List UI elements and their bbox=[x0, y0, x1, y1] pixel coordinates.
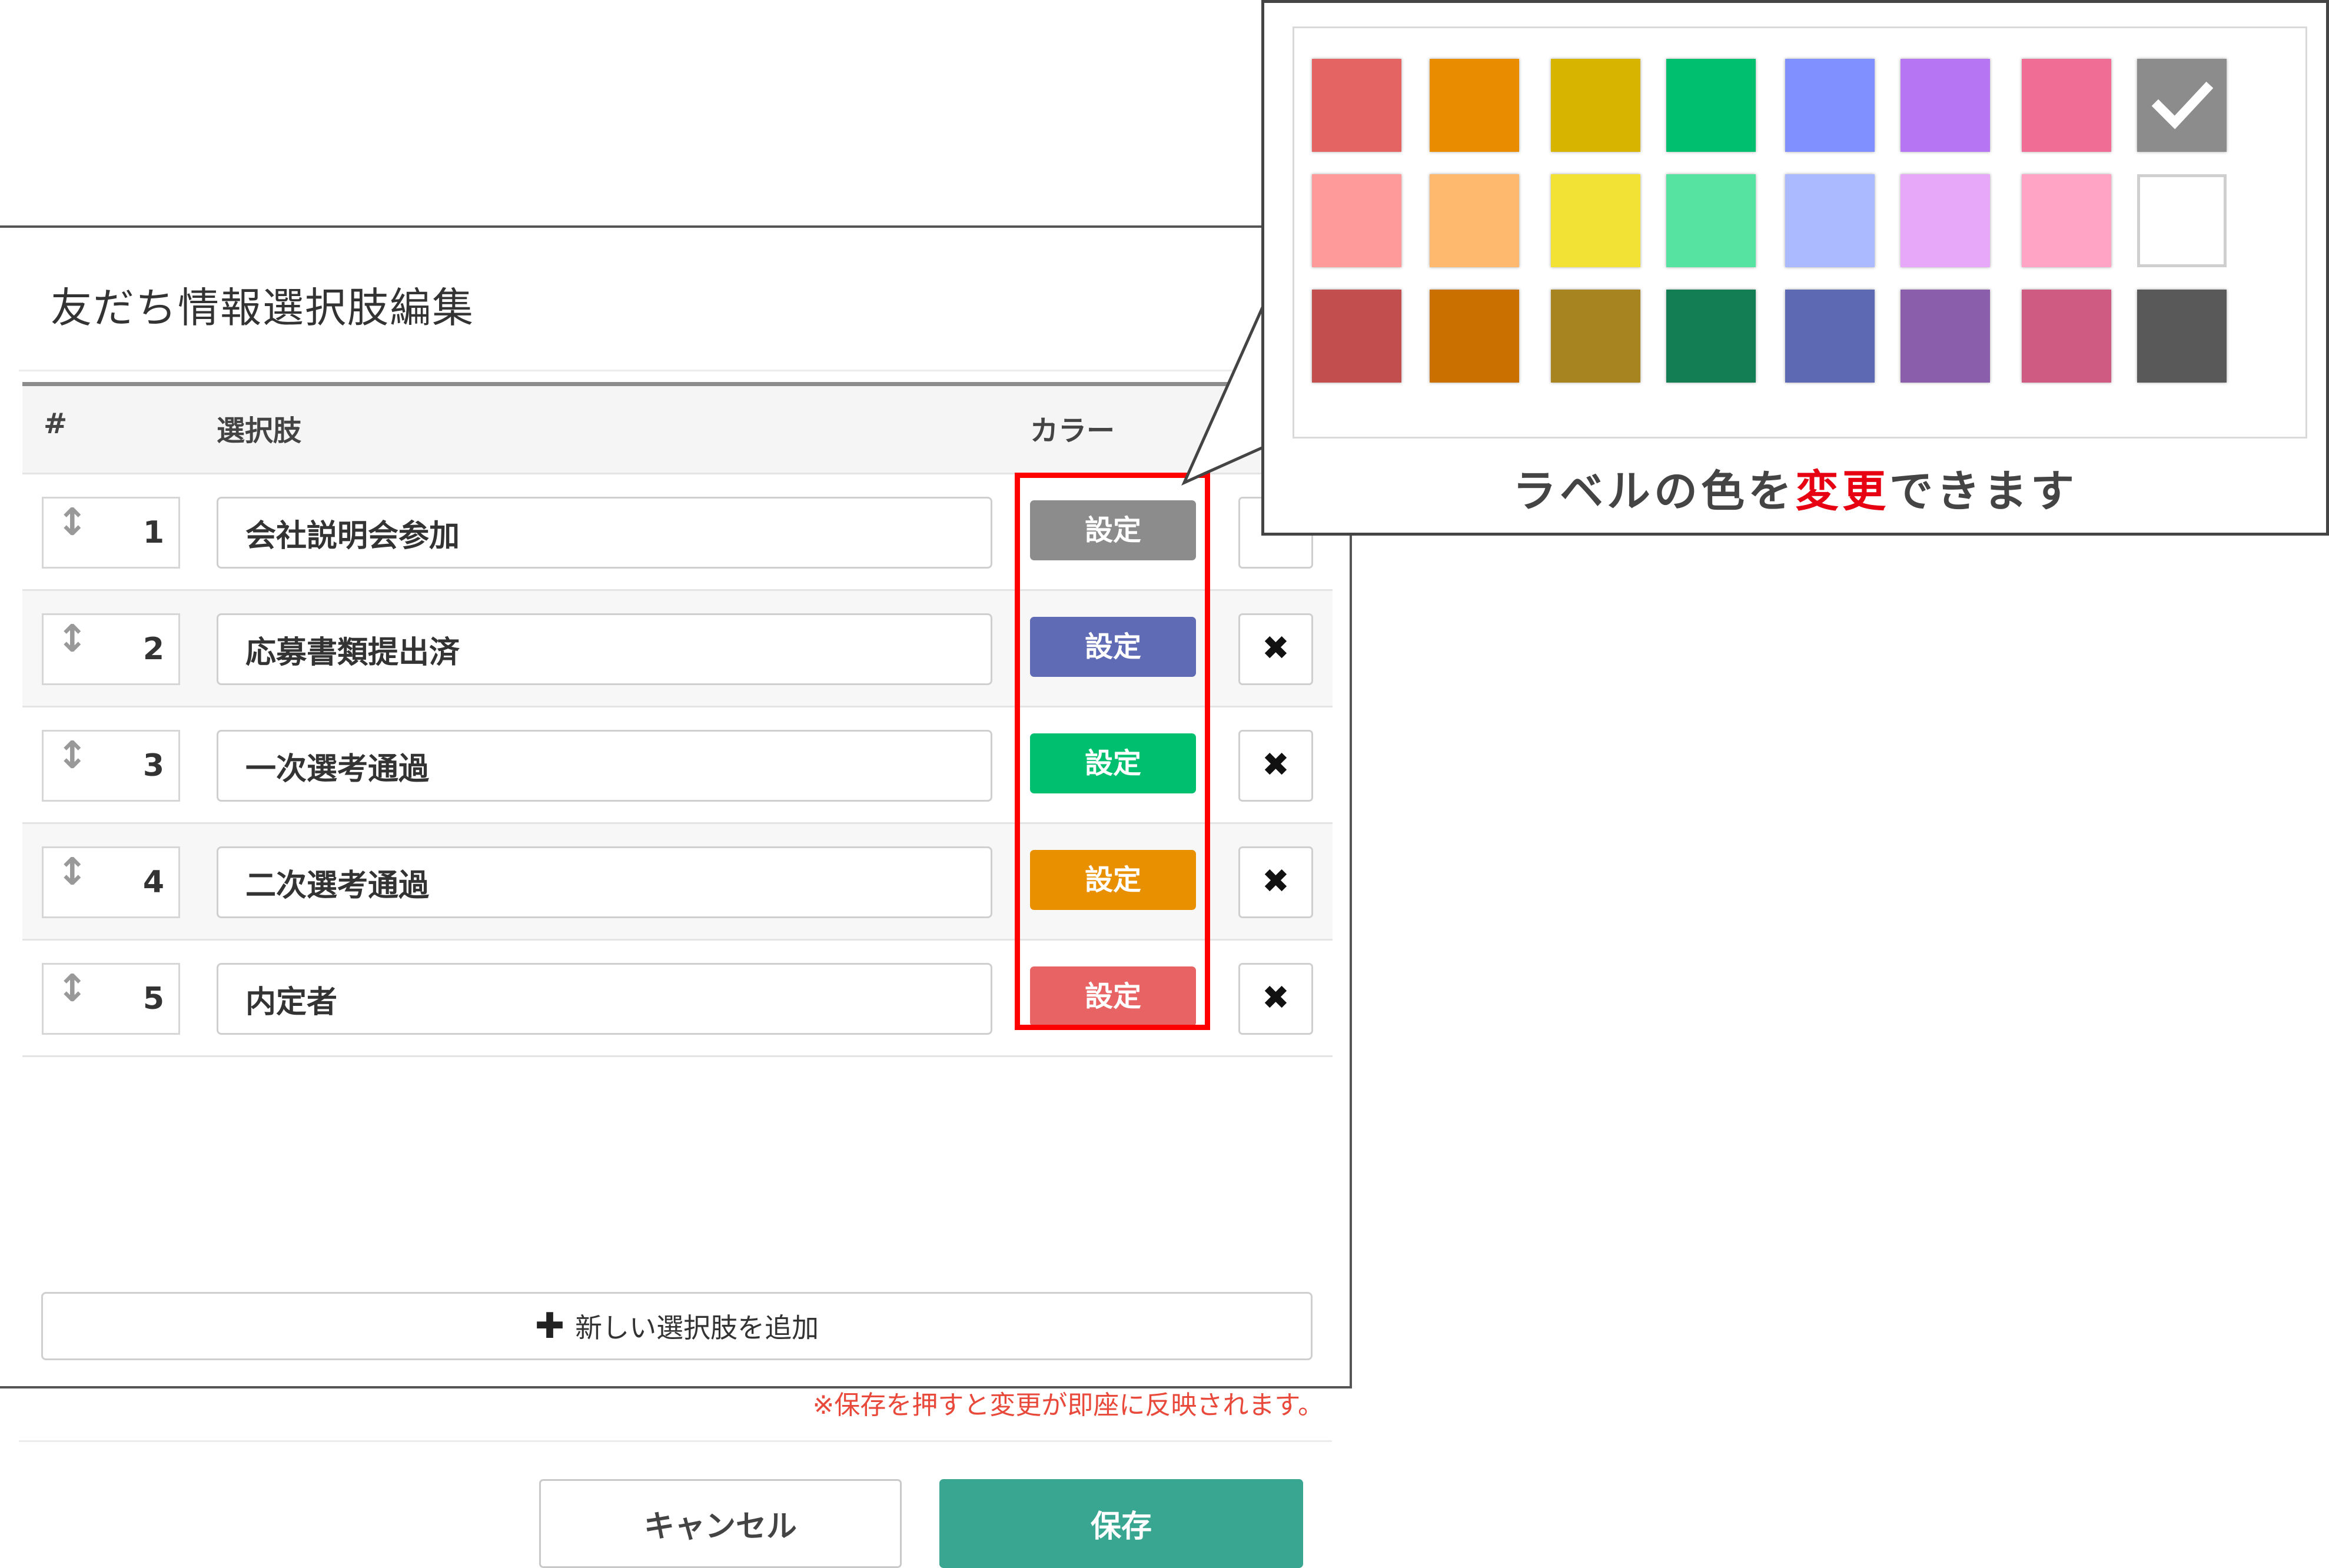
callout-caption: ラベルの色を変更できます bbox=[1264, 456, 2326, 519]
row-number: 2 bbox=[142, 632, 164, 667]
color-swatch[interactable] bbox=[1312, 59, 1401, 152]
drag-updown-icon: ↕ bbox=[57, 501, 88, 544]
table-row: ↕4設定✖ bbox=[22, 822, 1333, 939]
check-icon bbox=[2151, 81, 2214, 129]
close-icon: ✖ bbox=[1262, 979, 1290, 1017]
choice-input[interactable] bbox=[217, 613, 992, 685]
plus-icon: ✚ bbox=[534, 1305, 565, 1347]
table-bottom-border bbox=[22, 1055, 1333, 1057]
row-number: 4 bbox=[142, 865, 164, 900]
table-body: ↕1設定↕2設定✖↕3設定✖↕4設定✖↕5設定✖ bbox=[22, 473, 1333, 1055]
drag-updown-icon: ↕ bbox=[57, 617, 88, 661]
color-swatch[interactable] bbox=[1312, 174, 1401, 267]
color-swatch[interactable] bbox=[1430, 59, 1519, 152]
drag-updown-icon: ↕ bbox=[57, 967, 88, 1011]
color-swatch[interactable] bbox=[1785, 174, 1875, 267]
choice-input[interactable] bbox=[217, 963, 992, 1035]
choices-table: # 選択肢 カラー ↕1設定↕2設定✖↕3設定✖↕4設定✖↕5設定✖ bbox=[22, 382, 1333, 1057]
delete-button[interactable]: ✖ bbox=[1238, 846, 1313, 918]
add-choice-label: 新しい選択肢を追加 bbox=[575, 1312, 819, 1344]
color-swatch[interactable] bbox=[1666, 174, 1756, 267]
drag-handle[interactable]: ↕ 1 bbox=[42, 497, 180, 569]
color-set-button[interactable]: 設定 bbox=[1030, 500, 1196, 560]
delete-button[interactable]: ✖ bbox=[1238, 963, 1313, 1035]
color-set-button[interactable]: 設定 bbox=[1030, 617, 1196, 677]
color-swatch[interactable] bbox=[2022, 59, 2111, 152]
add-choice-button[interactable]: ✚ 新しい選択肢を追加 bbox=[41, 1292, 1313, 1360]
color-swatch[interactable] bbox=[1551, 174, 1640, 267]
choice-input[interactable] bbox=[217, 497, 992, 569]
drag-handle[interactable]: ↕ 3 bbox=[42, 730, 180, 802]
table-row: ↕5設定✖ bbox=[22, 939, 1333, 1055]
drag-handle[interactable]: ↕ 4 bbox=[42, 846, 180, 918]
choice-edit-dialog: 友だち情報選択肢編集 # 選択肢 カラー ↕1設定↕2設定✖↕3設定✖↕4設定✖… bbox=[0, 225, 1352, 1568]
caption-prefix: ラベルの色を bbox=[1513, 466, 1795, 517]
color-swatch[interactable] bbox=[1551, 290, 1640, 383]
row-number: 3 bbox=[142, 748, 164, 783]
color-swatch[interactable] bbox=[1785, 290, 1875, 383]
color-swatch[interactable] bbox=[1901, 290, 1990, 383]
color-swatch[interactable] bbox=[1666, 59, 1756, 152]
color-swatch[interactable] bbox=[1666, 290, 1756, 383]
caption-emphasis: 変更 bbox=[1795, 466, 1889, 517]
color-palette-callout: ラベルの色を変更できます bbox=[1261, 0, 2329, 536]
color-palette bbox=[1293, 26, 2307, 438]
row-number: 1 bbox=[142, 515, 164, 550]
color-swatch[interactable] bbox=[1312, 290, 1401, 383]
delete-button[interactable]: ✖ bbox=[1238, 613, 1313, 685]
color-set-button[interactable]: 設定 bbox=[1030, 966, 1196, 1026]
column-header-color: カラー bbox=[1030, 414, 1115, 447]
color-swatch[interactable] bbox=[1901, 59, 1990, 152]
caption-suffix: できます bbox=[1889, 466, 2078, 517]
column-header-number: # bbox=[44, 407, 68, 440]
footer-divider bbox=[19, 1440, 1332, 1442]
close-icon: ✖ bbox=[1262, 862, 1290, 901]
drag-updown-icon: ↕ bbox=[57, 734, 88, 778]
save-note: ※保存を押すと変更が即座に反映されます。 bbox=[812, 1390, 1324, 1420]
title-divider bbox=[19, 370, 1332, 371]
column-header-choice: 選択肢 bbox=[217, 414, 302, 447]
color-swatch[interactable] bbox=[2137, 59, 2227, 152]
color-swatch[interactable] bbox=[1551, 59, 1640, 152]
table-header: # 選択肢 カラー bbox=[22, 382, 1333, 473]
drag-handle[interactable]: ↕ 2 bbox=[42, 613, 180, 685]
delete-button[interactable]: ✖ bbox=[1238, 730, 1313, 802]
color-swatch[interactable] bbox=[1785, 59, 1875, 152]
drag-updown-icon: ↕ bbox=[57, 851, 88, 894]
close-icon: ✖ bbox=[1262, 629, 1290, 667]
table-row: ↕2設定✖ bbox=[22, 589, 1333, 706]
color-swatch[interactable] bbox=[1901, 174, 1990, 267]
color-swatch[interactable] bbox=[1430, 290, 1519, 383]
choice-input[interactable] bbox=[217, 846, 992, 918]
color-swatch[interactable] bbox=[2022, 290, 2111, 383]
color-set-button[interactable]: 設定 bbox=[1030, 850, 1196, 910]
color-set-button[interactable]: 設定 bbox=[1030, 733, 1196, 793]
choice-input[interactable] bbox=[217, 730, 992, 802]
close-icon: ✖ bbox=[1262, 746, 1290, 784]
table-row: ↕3設定✖ bbox=[22, 706, 1333, 822]
drag-handle[interactable]: ↕ 5 bbox=[42, 963, 180, 1035]
color-swatch[interactable] bbox=[2137, 290, 2227, 383]
color-swatch[interactable] bbox=[1430, 174, 1519, 267]
row-number: 5 bbox=[142, 981, 164, 1016]
table-row: ↕1設定 bbox=[22, 473, 1333, 589]
cancel-button[interactable]: キャンセル bbox=[539, 1479, 902, 1568]
save-button[interactable]: 保存 bbox=[939, 1479, 1303, 1568]
color-swatch[interactable] bbox=[2022, 174, 2111, 267]
color-swatch[interactable] bbox=[2137, 174, 2227, 267]
dialog-title: 友だち情報選択肢編集 bbox=[51, 284, 474, 332]
